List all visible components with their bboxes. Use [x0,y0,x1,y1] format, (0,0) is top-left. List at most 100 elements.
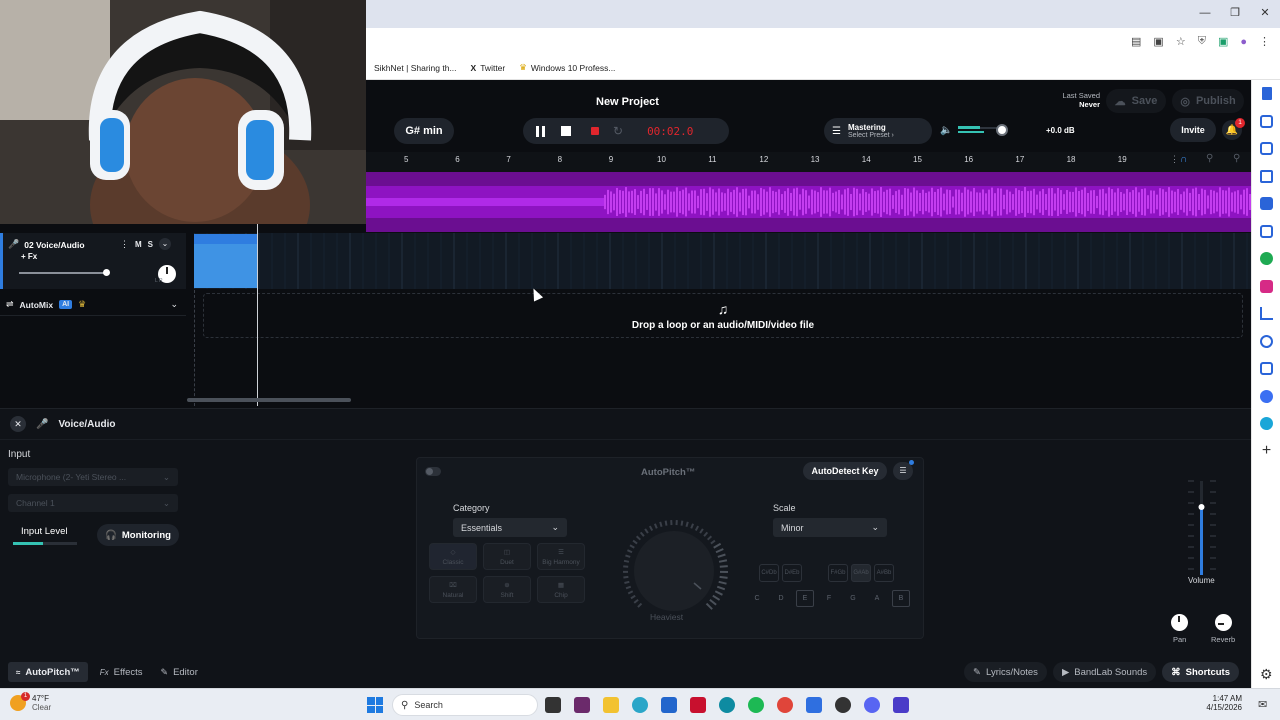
lyrics-notes-button[interactable]: ✎ Lyrics/Notes [964,662,1047,682]
close-window-icon[interactable]: ✕ [1250,6,1280,19]
instagram-icon[interactable] [1252,273,1280,301]
bandlab-sounds-button[interactable]: ▶ BandLab Sounds [1052,662,1157,682]
clock[interactable]: 1:47 AM 4/15/2026 [1204,694,1242,712]
key-a[interactable]: A [868,590,886,607]
track-name[interactable]: 02 Voice/Audio [24,240,84,250]
loop-icon[interactable]: ↻ [613,124,623,138]
chart-icon[interactable] [1252,300,1280,328]
master-volume-thumb[interactable] [996,124,1008,136]
recording-clip[interactable] [194,234,257,288]
file-explorer-icon[interactable] [603,697,619,713]
reader-icon[interactable] [1252,355,1280,383]
playhead[interactable] [257,224,258,406]
key-a-sharp[interactable]: A# Bb [874,564,894,582]
headset-app-icon[interactable] [893,697,909,713]
notes-icon[interactable] [1252,218,1280,246]
cube-icon[interactable] [1252,108,1280,136]
whatsapp-icon[interactable] [1252,245,1280,273]
horizontal-scrollbar[interactable] [187,398,351,402]
effect-duet[interactable]: ◫ Duet [483,543,531,570]
drop-zone[interactable]: ♫ Drop a loop or an audio/MIDI/video fil… [203,293,1243,338]
effect-natural[interactable]: ⌧ Natural [429,576,477,603]
channel-select[interactable]: Channel 1 ⌄ [8,494,178,512]
alert-icon[interactable] [1252,328,1280,356]
effect-big-harmony[interactable]: ☰ Big Harmony [537,543,585,570]
track-more-icon[interactable]: ⋮ [120,239,129,250]
key-b[interactable]: B [892,590,910,607]
tab-autopitch[interactable]: ≈ AutoPitch™ [8,662,88,682]
invite-button[interactable]: Invite [1170,118,1216,142]
pause-icon[interactable] [533,125,547,137]
assistant-icon[interactable] [1252,410,1280,438]
notification-center-icon[interactable]: ✉ [1258,698,1267,711]
magnet-snap-icon[interactable]: ∩ [1180,154,1187,165]
key-g-sharp[interactable]: G# Ab [851,564,871,582]
track-1-waveform-clip[interactable] [366,172,1251,232]
chrome-alt-icon[interactable] [835,697,851,713]
solo-button[interactable]: S [148,240,153,249]
key-d[interactable]: D [772,590,790,607]
browser-menu-icon[interactable]: ⋮ [1259,35,1270,48]
key-f-sharp[interactable]: F# Gb [828,564,848,582]
app-pattern-icon[interactable] [574,697,590,713]
key-f[interactable]: F [820,590,838,607]
pan-knob[interactable] [1171,614,1188,631]
key-d-sharp[interactable]: D# Eb [782,564,802,582]
start-windows-icon[interactable] [367,697,383,713]
key-c-sharp[interactable]: C# Db [759,564,779,582]
automix-row[interactable]: ⇌ AutoMix AI ♛ ⌄ [0,294,186,316]
track-volume-slider[interactable] [19,272,109,274]
weather-widget[interactable]: 47°F Clear [10,694,51,712]
monitoring-button[interactable]: 🎧 Monitoring [97,524,179,546]
track-volume-fader[interactable] [1186,479,1218,577]
effect-shift[interactable]: ⊕ Shift [483,576,531,603]
messenger-icon[interactable] [1252,383,1280,411]
key-signature-button[interactable]: G# min [394,118,454,144]
app-a-icon[interactable] [806,697,822,713]
key-c[interactable]: C [748,590,766,607]
bookmark-side-icon[interactable] [1252,80,1280,108]
automix-expand-icon[interactable]: ⌄ [170,299,178,310]
mastering-button[interactable]: ☰ Mastering Select Preset › [824,118,932,144]
taskbar-search[interactable]: ⚲ Search [392,694,538,716]
autodetect-key-button[interactable]: AutoDetect Key [803,462,887,480]
effect-chip[interactable]: ▦ Chip [537,576,585,603]
track-lane[interactable] [194,233,1251,289]
effect-classic[interactable]: ◇ Classic [429,543,477,570]
tab-effects[interactable]: Fx Effects [94,662,149,682]
nba-icon[interactable] [690,697,706,713]
track-volume-thumb[interactable] [103,269,110,276]
stop-icon[interactable] [561,126,571,136]
track-header-voice-audio[interactable]: 🎤 02 Voice/Audio + Fx ⋮ M S ⌄ L R [0,233,186,289]
settings-gear-icon[interactable]: ⚙ [1260,666,1273,683]
tab-editor[interactable]: ✎ Editor [155,662,204,682]
box-icon[interactable] [1252,135,1280,163]
key-g[interactable]: G [844,590,862,607]
drive-icon[interactable] [1252,163,1280,191]
ruler-options-icon[interactable]: ⋮ [1170,154,1179,165]
active-app-icon[interactable] [719,697,735,713]
master-volume-slider[interactable] [958,124,1008,136]
autopitch-amount-knob[interactable] [619,516,729,626]
spotify-icon[interactable] [748,697,764,713]
zoom-out-icon[interactable]: ⚲ [1206,153,1213,164]
zoom-in-icon[interactable]: ⚲ [1233,153,1240,164]
shortcuts-button[interactable]: ⌘ Shortcuts [1162,662,1239,682]
master-volume-icon[interactable]: 🔈 [940,125,952,136]
add-icon[interactable]: + [1252,438,1280,466]
task-view-icon[interactable] [545,697,561,713]
discord-icon[interactable] [864,697,880,713]
add-fx-button[interactable]: + Fx [21,252,37,261]
track-expand-icon[interactable]: ⌄ [159,238,172,250]
mute-button[interactable]: M [135,240,142,249]
scale-select[interactable]: Minor ⌄ [773,518,887,537]
edge-icon[interactable] [632,697,648,713]
record-icon[interactable] [591,127,599,135]
translate-icon[interactable] [1252,190,1280,218]
input-device-select[interactable]: Microphone (2- Yeti Stereo ... ⌄ [8,468,178,486]
reverb-knob[interactable] [1215,614,1232,631]
key-e[interactable]: E [796,590,814,607]
category-select[interactable]: Essentials ⌄ [453,518,567,537]
close-panel-icon[interactable]: ✕ [10,416,26,432]
store-icon[interactable] [661,697,677,713]
